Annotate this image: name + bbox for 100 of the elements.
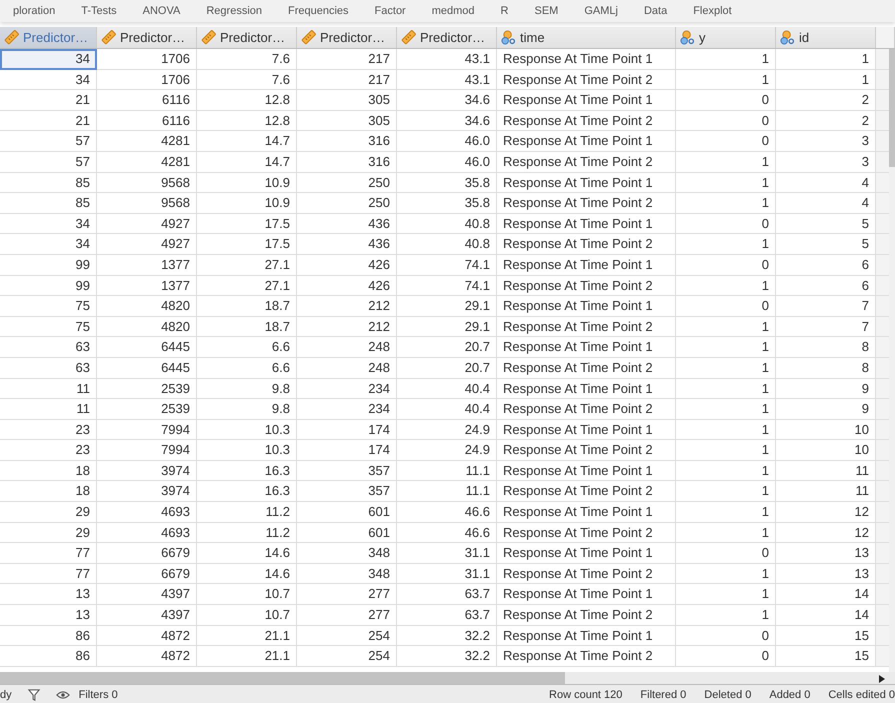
table-cell: 17.5 bbox=[197, 234, 297, 255]
table-cell: 11.2 bbox=[197, 502, 297, 523]
column-header[interactable]: time bbox=[497, 27, 676, 48]
table-cell: 16.3 bbox=[197, 460, 297, 482]
ribbon-tab[interactable]: Frequencies bbox=[275, 5, 362, 17]
table-cell: 11.2 bbox=[197, 522, 297, 544]
ribbon-tab[interactable]: Data bbox=[630, 5, 680, 17]
table-cell: 10.7 bbox=[197, 605, 297, 626]
table-cell: 85 bbox=[0, 193, 97, 214]
table-cell: 24.9 bbox=[397, 420, 497, 440]
ribbon-tab[interactable]: ploration bbox=[0, 5, 68, 17]
ruler-icon bbox=[201, 30, 216, 45]
table-cell: 348 bbox=[297, 543, 397, 564]
table-cell: 6679 bbox=[97, 543, 197, 564]
nominal-variable-icon bbox=[501, 30, 516, 45]
table-cell: 24.9 bbox=[397, 440, 497, 461]
table-cell: 29 bbox=[0, 502, 97, 523]
table-cell: 63 bbox=[0, 337, 97, 358]
ribbon-tab[interactable]: R bbox=[488, 5, 522, 17]
table-cell: Response At Time Point 2 bbox=[497, 276, 676, 296]
table-cell: 10.3 bbox=[197, 420, 297, 440]
table-cell: 601 bbox=[297, 502, 397, 523]
table-cell: 316 bbox=[297, 152, 397, 173]
table-cell: Response At Time Point 2 bbox=[497, 193, 676, 214]
table-cell: 0 bbox=[676, 131, 776, 152]
table-cell: 1 bbox=[676, 70, 776, 90]
table-cell: 6116 bbox=[97, 110, 197, 132]
table-cell: 1 bbox=[676, 460, 776, 482]
table-cell: Response At Time Point 2 bbox=[497, 152, 676, 173]
table-cell: Response At Time Point 1 bbox=[497, 543, 676, 564]
table-cell: Response At Time Point 2 bbox=[497, 358, 676, 378]
table-cell: 6.6 bbox=[197, 358, 297, 378]
ribbon-tab[interactable]: Regression bbox=[193, 5, 275, 17]
column-header[interactable]: y bbox=[676, 27, 776, 48]
column-header[interactable]: Predictor… bbox=[297, 27, 397, 48]
ribbon-tab[interactable]: T-Tests bbox=[68, 5, 130, 17]
table-cell: 10.9 bbox=[197, 193, 297, 214]
table-cell: 20.7 bbox=[397, 358, 497, 378]
table-cell: 10.9 bbox=[197, 172, 297, 194]
nominal-variable-icon bbox=[680, 30, 695, 45]
column-header[interactable]: Predictor… bbox=[397, 27, 497, 48]
table-cell: 305 bbox=[297, 90, 397, 111]
table-cell: 12.8 bbox=[197, 90, 297, 111]
vertical-scrollbar[interactable] bbox=[889, 49, 895, 672]
table-cell: 1 bbox=[676, 605, 776, 626]
table-cell: 43.1 bbox=[397, 70, 497, 90]
table-cell: 31.1 bbox=[397, 564, 497, 584]
table-cell: 99 bbox=[0, 276, 97, 296]
ribbon-tab[interactable]: medmod bbox=[418, 5, 488, 17]
row-count: Row count 120 bbox=[549, 688, 622, 700]
table-cell: 3974 bbox=[97, 460, 197, 482]
nominal-variable-icon bbox=[780, 30, 795, 45]
ribbon-tab[interactable]: Flexplot bbox=[680, 5, 745, 17]
ribbon-tab[interactable]: Factor bbox=[362, 5, 419, 17]
filter-icon[interactable] bbox=[26, 688, 41, 700]
table-cell: 11 bbox=[0, 378, 97, 400]
table-cell: 4872 bbox=[97, 646, 197, 667]
table-cell: 12.8 bbox=[197, 110, 297, 132]
ribbon-tab[interactable]: GAMLj bbox=[571, 5, 631, 17]
table-cell: 31.1 bbox=[397, 543, 497, 564]
table-cell: 9.8 bbox=[197, 378, 297, 400]
table-cell: 74.1 bbox=[397, 254, 497, 276]
table-cell: 23 bbox=[0, 420, 97, 440]
ribbon-tab[interactable]: SEM bbox=[521, 5, 572, 17]
column-header[interactable]: Predictor… bbox=[0, 27, 97, 48]
column-header[interactable]: Predictor… bbox=[97, 27, 197, 48]
table-cell: 0 bbox=[676, 254, 776, 276]
table-cell: 1 bbox=[676, 172, 776, 194]
table-cell: Response At Time Point 2 bbox=[497, 522, 676, 544]
table-cell: 217 bbox=[297, 70, 397, 90]
right-arrow-icon[interactable] bbox=[879, 675, 885, 683]
table-cell: 0 bbox=[676, 646, 776, 667]
table-cell: 21.1 bbox=[197, 626, 297, 646]
table-cell: Response At Time Point 1 bbox=[497, 90, 676, 111]
horizontal-scrollbar[interactable] bbox=[0, 672, 895, 685]
table-cell: 1706 bbox=[97, 70, 197, 90]
table-cell: 34 bbox=[0, 214, 97, 234]
table-cell: 6.6 bbox=[197, 337, 297, 358]
table-cell: 13 bbox=[0, 605, 97, 626]
table-cell: 18 bbox=[0, 481, 97, 502]
table-cell: 35.8 bbox=[397, 193, 497, 214]
table-cell: 601 bbox=[297, 522, 397, 544]
table-cell: 11.1 bbox=[397, 460, 497, 482]
table-cell: 348 bbox=[297, 564, 397, 584]
eye-icon[interactable] bbox=[56, 688, 70, 700]
ribbon-tab[interactable]: ANOVA bbox=[130, 5, 194, 17]
table-cell: Response At Time Point 2 bbox=[497, 234, 676, 255]
table-cell: 6445 bbox=[97, 337, 197, 358]
table-cell: Response At Time Point 2 bbox=[497, 110, 676, 132]
table-cell: 34 bbox=[0, 234, 97, 255]
table-cell: 46.6 bbox=[397, 502, 497, 523]
column-header[interactable]: Predictor… bbox=[197, 27, 297, 48]
table-cell: 357 bbox=[297, 460, 397, 482]
table-cell: 436 bbox=[297, 234, 397, 255]
table-cell: 0 bbox=[676, 214, 776, 234]
table-cell: 34.6 bbox=[397, 110, 497, 132]
table-cell: 1 bbox=[676, 378, 776, 400]
table-cell: 9568 bbox=[97, 193, 197, 214]
ruler-icon bbox=[301, 30, 316, 45]
table-cell: 1 bbox=[676, 193, 776, 214]
